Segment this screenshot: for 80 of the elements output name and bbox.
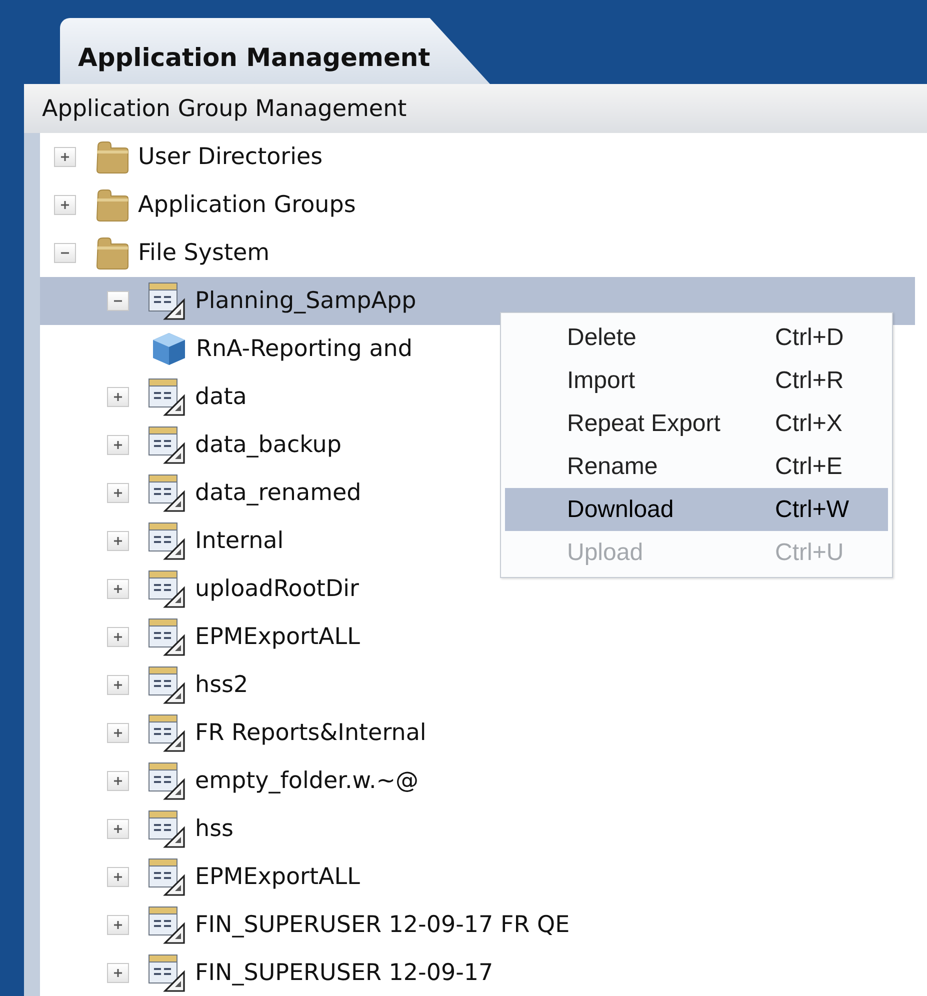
folder-icon xyxy=(94,188,130,222)
document-icon xyxy=(147,713,187,753)
plus-icon xyxy=(113,584,123,594)
plus-icon xyxy=(60,200,70,210)
menu-item[interactable]: Import Ctrl+R xyxy=(505,359,888,402)
document-icon xyxy=(147,953,187,993)
node-label: data_backup xyxy=(195,430,342,460)
plus-icon xyxy=(113,920,123,930)
expand-toggle[interactable] xyxy=(107,579,129,599)
plus-icon xyxy=(113,632,123,642)
shortcut-text: Ctrl+U xyxy=(775,538,844,568)
expand-toggle[interactable] xyxy=(107,963,129,983)
document-icon xyxy=(147,377,187,417)
plus-icon xyxy=(60,152,70,162)
node-label: Application Groups xyxy=(138,190,356,220)
node-label: uploadRootDir xyxy=(195,574,359,604)
plus-icon xyxy=(113,536,123,546)
cube-icon xyxy=(150,331,188,367)
expand-toggle[interactable] xyxy=(107,867,129,887)
shortcut-text: Ctrl+R xyxy=(775,366,844,396)
plus-icon xyxy=(113,728,123,738)
document-icon xyxy=(147,617,187,657)
node-label: RnA-Reporting and xyxy=(196,334,412,364)
document-icon xyxy=(147,569,187,609)
node-label: EPMExportALL xyxy=(195,862,360,892)
expand-toggle[interactable] xyxy=(107,819,129,839)
document-icon xyxy=(147,665,187,705)
expand-toggle[interactable] xyxy=(107,771,129,791)
plus-icon xyxy=(113,488,123,498)
expand-toggle[interactable] xyxy=(54,195,76,215)
collapse-toggle[interactable] xyxy=(54,243,76,263)
document-icon xyxy=(147,521,187,561)
node-label: hss xyxy=(195,814,234,844)
document-icon xyxy=(147,281,187,321)
node-label: Planning_SampApp xyxy=(195,286,416,316)
document-icon xyxy=(147,761,187,801)
document-icon xyxy=(147,473,187,513)
node-label: FIN_SUPERUSER 12-09-17 xyxy=(195,958,494,988)
plus-icon xyxy=(113,872,123,882)
expand-toggle[interactable] xyxy=(107,627,129,647)
document-icon xyxy=(147,809,187,849)
node-label: hss2 xyxy=(195,670,248,700)
plus-icon xyxy=(113,440,123,450)
node-label: File System xyxy=(138,238,270,268)
node-label: FIN_SUPERUSER 12-09-17 FR QE xyxy=(195,910,570,940)
plus-icon xyxy=(113,968,123,978)
node-label: data xyxy=(195,382,247,412)
shortcut-text: Ctrl+E xyxy=(775,452,842,482)
expand-toggle[interactable] xyxy=(107,675,129,695)
document-icon xyxy=(147,905,187,945)
menu-item[interactable]: Repeat Export Ctrl+X xyxy=(505,402,888,445)
node-label: empty_folder.w.~@ xyxy=(195,766,419,796)
shortcut-text: Ctrl+X xyxy=(775,408,842,438)
plus-icon xyxy=(113,824,123,834)
document-icon xyxy=(147,425,187,465)
expand-toggle[interactable] xyxy=(107,723,129,743)
expand-toggle[interactable] xyxy=(107,915,129,935)
node-label: User Directories xyxy=(138,142,323,172)
menu-item[interactable]: Download Ctrl+W xyxy=(505,488,888,531)
node-label: FR Reports&Internal xyxy=(195,718,426,748)
expand-toggle[interactable] xyxy=(54,147,76,167)
expand-toggle[interactable] xyxy=(107,387,129,407)
document-icon xyxy=(147,857,187,897)
plus-icon xyxy=(113,680,123,690)
shortcut-text: Ctrl+W xyxy=(775,494,849,524)
collapse-toggle[interactable] xyxy=(107,291,129,311)
menu-item[interactable]: Rename Ctrl+E xyxy=(505,445,888,488)
expand-toggle[interactable] xyxy=(107,483,129,503)
expand-toggle[interactable] xyxy=(107,435,129,455)
panel-title: Application Group Management xyxy=(24,84,927,133)
shortcut-text: Ctrl+D xyxy=(775,322,844,352)
folder-icon xyxy=(94,140,130,174)
plus-icon xyxy=(113,392,123,402)
folder-icon xyxy=(94,236,130,270)
plus-icon xyxy=(113,776,123,786)
node-label: Internal xyxy=(195,526,284,556)
expand-toggle[interactable] xyxy=(107,531,129,551)
application-management-tab[interactable]: Application Management xyxy=(60,18,490,84)
node-label: data_renamed xyxy=(195,478,362,508)
node-label: EPMExportALL xyxy=(195,622,360,652)
